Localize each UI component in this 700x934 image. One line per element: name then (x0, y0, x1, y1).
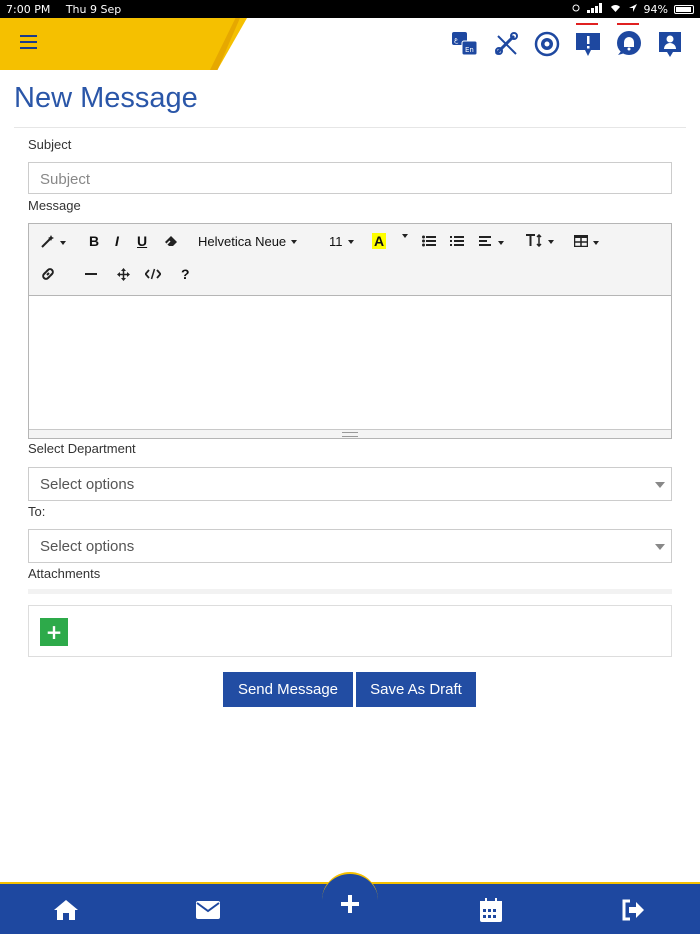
department-select-value: Select options (40, 476, 135, 493)
navigation-arrow-icon (628, 3, 638, 16)
to-select[interactable]: Select options (28, 529, 672, 563)
table-button[interactable] (573, 234, 599, 250)
attachments-label: Attachments (28, 566, 101, 581)
save-draft-button[interactable]: Save As Draft (356, 672, 476, 707)
attachments-box: + (28, 605, 672, 657)
translate-icon[interactable]: ع En (450, 29, 479, 58)
link-icon[interactable] (41, 267, 55, 281)
subject-placeholder: Subject (40, 171, 91, 188)
status-bar: 7:00 PM Thu 9 Sep 94% (0, 0, 700, 18)
home-icon[interactable] (52, 896, 80, 924)
chevron-down-icon (655, 544, 665, 550)
line-height-icon (525, 233, 543, 250)
department-label: Select Department (28, 441, 136, 456)
paragraph-align-button[interactable] (479, 235, 504, 250)
battery-icon (674, 4, 694, 14)
text-color-button[interactable]: A (372, 233, 387, 249)
department-select[interactable]: Select options (28, 467, 672, 501)
page-title: New Message (14, 82, 198, 114)
underline-icon[interactable]: U (137, 233, 147, 249)
to-label: To: (28, 504, 46, 519)
header-yellow-band (0, 18, 247, 70)
numbered-list-icon[interactable] (450, 235, 464, 247)
message-body-editor[interactable] (29, 296, 671, 432)
highlight-color-icon: A (372, 233, 387, 249)
status-date: Thu 9 Sep (65, 2, 122, 16)
notification-bell-icon[interactable] (614, 23, 643, 58)
help-icon[interactable]: ? (181, 266, 190, 282)
send-message-button[interactable]: Send Message (223, 672, 353, 707)
alert-icon[interactable] (573, 23, 602, 58)
editor-resize-handle[interactable] (29, 429, 671, 438)
app-header: ع En (0, 18, 700, 70)
bullet-list-icon[interactable] (422, 235, 436, 247)
subject-label: Subject (28, 137, 72, 152)
eraser-icon[interactable] (164, 235, 178, 247)
mail-icon[interactable] (194, 896, 222, 924)
status-time: 7:00 PM (6, 2, 51, 16)
rich-text-editor: B I U Helvetica Neue 11 A ? (28, 223, 672, 439)
subject-input[interactable]: Subject (28, 162, 672, 194)
bold-icon[interactable]: B (89, 233, 99, 249)
line-height-button[interactable] (525, 233, 554, 250)
font-family-value: Helvetica Neue (198, 234, 287, 249)
calendar-icon[interactable] (477, 896, 505, 924)
font-size-value: 11 (329, 234, 343, 249)
chevron-down-icon (655, 482, 665, 488)
magic-wand-icon (41, 234, 55, 251)
attachments-divider (28, 589, 672, 594)
tools-icon[interactable] (491, 29, 520, 58)
fullscreen-move-icon[interactable] (117, 268, 130, 281)
svg-text:En: En (465, 46, 474, 54)
color-dropdown[interactable] (397, 234, 408, 238)
horizontal-rule-icon[interactable] (85, 273, 97, 276)
battery-percent: 94% (643, 2, 668, 16)
to-select-value: Select options (40, 538, 135, 555)
table-icon (573, 234, 589, 250)
add-icon[interactable] (322, 872, 378, 934)
code-view-icon[interactable] (145, 268, 161, 280)
settings-sync-icon[interactable] (532, 29, 561, 58)
editor-toolbar: B I U Helvetica Neue 11 A ? (29, 224, 671, 296)
menu-icon[interactable] (20, 35, 37, 49)
message-label: Message (28, 198, 81, 213)
align-left-icon (479, 235, 493, 250)
font-family-select[interactable]: Helvetica Neue (198, 234, 298, 249)
location-icon (571, 3, 581, 16)
italic-icon[interactable]: I (115, 233, 119, 249)
logout-icon[interactable] (619, 896, 647, 924)
signal-icon (586, 2, 603, 16)
profile-icon[interactable] (655, 29, 684, 58)
font-size-select[interactable]: 11 (329, 234, 354, 249)
magic-style-button[interactable] (41, 234, 66, 251)
divider (14, 127, 686, 128)
add-attachment-button[interactable]: + (40, 618, 68, 646)
wifi-icon (609, 3, 622, 16)
